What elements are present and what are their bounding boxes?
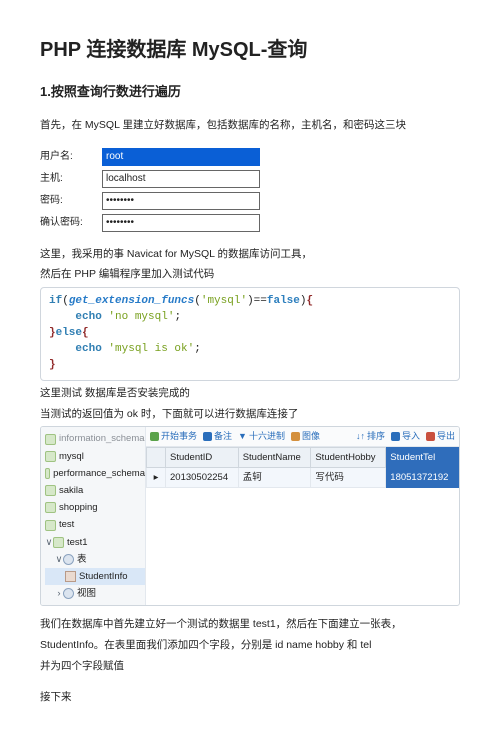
body-text: 接下来: [40, 689, 460, 706]
host-label: 主机:: [40, 171, 102, 187]
confirm-password-input[interactable]: ••••••••: [102, 214, 260, 232]
body-text: 并为四个字段赋值: [40, 658, 460, 675]
folder-icon: [63, 554, 74, 565]
row-pointer-icon: ▸: [147, 468, 166, 488]
section-heading: 1.按照查询行数进行遍历: [40, 82, 460, 103]
tree-item[interactable]: ∨表: [45, 551, 145, 568]
export-button[interactable]: 导出: [426, 429, 455, 443]
database-icon: [45, 468, 50, 479]
image-button[interactable]: 图像: [291, 429, 320, 443]
cell[interactable]: 孟轲: [238, 468, 311, 488]
body-text: 我们在数据库中首先建立好一个测试的数据里 test1，然后在下面建立一张表，: [40, 616, 460, 633]
password-label: 密码:: [40, 193, 102, 209]
image-icon: [291, 432, 300, 441]
password-input[interactable]: ••••••••: [102, 192, 260, 210]
database-icon: [45, 434, 56, 445]
database-icon: [45, 520, 56, 531]
body-text: 当测试的返回值为 ok 时，下面就可以进行数据库连接了: [40, 406, 460, 423]
table-icon: [65, 571, 76, 582]
connection-form: 用户名: root 主机: localhost 密码: •••••••• 确认密…: [40, 148, 460, 232]
body-text: 这里测试 数据库是否安装完成的: [40, 385, 460, 402]
import-icon: [391, 432, 400, 441]
user-label: 用户名:: [40, 149, 102, 165]
tree-item[interactable]: mysql: [45, 448, 145, 465]
code-snippet: if(get_extension_funcs('mysql')==false){…: [40, 287, 460, 381]
hex-button[interactable]: ▼十六进制: [238, 429, 285, 443]
start-transaction-button[interactable]: 开始事务: [150, 429, 197, 443]
col-header[interactable]: StudentName: [238, 447, 311, 467]
cell[interactable]: 写代码: [311, 468, 386, 488]
memo-button[interactable]: 备注: [203, 429, 232, 443]
database-icon: [53, 537, 64, 548]
navicat-window: information_schema mysql performance_sch…: [40, 426, 460, 606]
col-header[interactable]: StudentID: [166, 447, 239, 467]
table-row[interactable]: ▸ 20130502254 孟轲 写代码 18051372192: [147, 468, 459, 488]
host-input[interactable]: localhost: [102, 170, 260, 188]
database-icon: [45, 451, 56, 462]
intro-text: 首先，在 MySQL 里建立好数据库，包括数据库的名称，主机名，和密码这三块: [40, 117, 460, 134]
confirm-password-label: 确认密码:: [40, 215, 102, 231]
tree-item[interactable]: sakila: [45, 482, 145, 499]
toolbar: 开始事务 备注 ▼十六进制 图像 ↓↑排序 导入 导出: [146, 427, 459, 446]
play-icon: [150, 432, 159, 441]
export-icon: [426, 432, 435, 441]
database-icon: [45, 502, 56, 513]
tree-item-selected[interactable]: StudentInfo: [45, 568, 145, 585]
import-button[interactable]: 导入: [391, 429, 420, 443]
cell-selected[interactable]: 18051372192: [386, 468, 459, 488]
cell[interactable]: 20130502254: [166, 468, 239, 488]
memo-icon: [203, 432, 212, 441]
col-header[interactable]: StudentHobby: [311, 447, 386, 467]
database-icon: [45, 485, 56, 496]
col-header-selected[interactable]: StudentTel: [386, 447, 459, 467]
tree-item[interactable]: information_schema: [45, 430, 145, 447]
folder-icon: [63, 588, 74, 599]
sort-button[interactable]: ↓↑排序: [356, 429, 385, 443]
body-text: 这里，我采用的事 Navicat for MySQL 的数据库访问工具，: [40, 246, 460, 263]
tree-item[interactable]: test: [45, 516, 145, 533]
page-title: PHP 连接数据库 MySQL-查询: [40, 34, 460, 66]
tree-item[interactable]: performance_schema: [45, 465, 145, 482]
db-tree: information_schema mysql performance_sch…: [41, 427, 146, 605]
body-text: 然后在 PHP 编辑程序里加入测试代码: [40, 266, 460, 283]
user-input[interactable]: root: [102, 148, 260, 166]
data-grid: StudentID StudentName StudentHobby Stude…: [146, 447, 459, 488]
tree-item[interactable]: ∨test1: [45, 534, 145, 551]
tree-item[interactable]: ›视图: [45, 585, 145, 602]
tree-item[interactable]: shopping: [45, 499, 145, 516]
body-text: StudentInfo。在表里面我们添加四个字段，分别是 id name hob…: [40, 637, 460, 654]
